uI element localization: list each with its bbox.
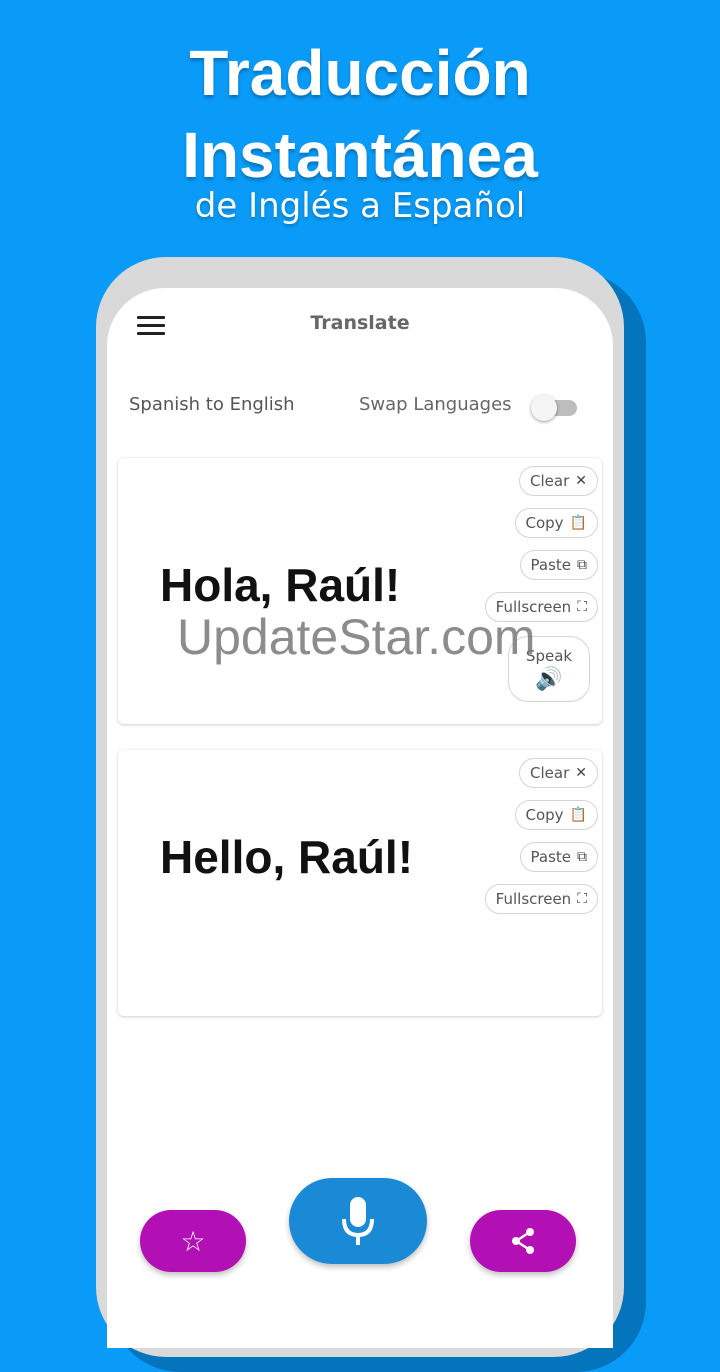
clear-label: Clear [530,764,570,782]
clear-button[interactable]: Clear ✕ [519,758,598,788]
speak-label: Speak [525,647,573,665]
star-icon: ☆ [180,1224,206,1258]
promo-title-line1: Traducción [189,37,531,109]
source-text-card[interactable]: Hola, Raúl! Clear ✕ Copy 📋 Paste ⧉ Fulls… [118,458,602,724]
paste-label: Paste [530,556,572,574]
speak-button[interactable]: Speak 🔊 [508,636,590,702]
favorites-button[interactable]: ☆ [140,1210,246,1272]
app-screen: Translate Spanish to English Swap Langua… [107,288,613,1348]
microphone-button[interactable] [289,1178,427,1264]
clear-button[interactable]: Clear ✕ [519,466,598,496]
clipboard-icon: 📋 [569,807,587,823]
fullscreen-button[interactable]: Fullscreen ⛶ [484,592,598,622]
share-button[interactable] [470,1210,576,1272]
speaker-icon: 🔊 [535,667,563,692]
translated-text[interactable]: Hello, Raúl! [160,830,413,884]
fullscreen-label: Fullscreen [495,598,572,616]
close-icon: ✕ [575,473,587,489]
copy-button[interactable]: Copy 📋 [514,800,598,830]
paste-icon: ⧉ [577,849,587,865]
copy-label: Copy [525,806,564,824]
paste-label: Paste [530,848,572,866]
clipboard-icon: 📋 [569,515,587,531]
copy-button[interactable]: Copy 📋 [514,508,598,538]
language-direction-label: Spanish to English [129,394,295,415]
fullscreen-icon: ⛶ [577,599,587,615]
microphone-icon [342,1197,374,1245]
copy-label: Copy [525,514,564,532]
fullscreen-icon: ⛶ [577,891,587,907]
translation-card[interactable]: Hello, Raúl! Clear ✕ Copy 📋 Paste ⧉ Full… [118,750,602,1016]
paste-icon: ⧉ [577,557,587,573]
promo-subtitle: de Inglés a Español [194,186,526,226]
paste-button[interactable]: Paste ⧉ [519,842,598,872]
toggle-thumb [531,395,557,421]
swap-languages-toggle[interactable] [531,395,577,421]
fullscreen-button[interactable]: Fullscreen ⛶ [484,884,598,914]
share-icon [512,1228,534,1254]
close-icon: ✕ [575,765,587,781]
swap-languages-label: Swap Languages [359,394,512,415]
clear-label: Clear [530,472,570,490]
source-text[interactable]: Hola, Raúl! [160,558,400,612]
paste-button[interactable]: Paste ⧉ [519,550,598,580]
fullscreen-label: Fullscreen [495,890,572,908]
app-title: Translate [310,312,410,334]
